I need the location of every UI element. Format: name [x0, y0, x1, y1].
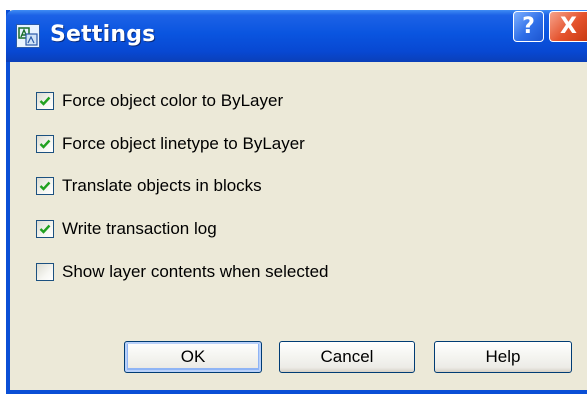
ok-button[interactable]: OK	[124, 341, 262, 373]
option-label: Write transaction log	[62, 219, 217, 238]
help-title-button[interactable]: ?	[513, 11, 544, 42]
settings-dialog	[6, 10, 587, 394]
option-label: Show layer contents when selected	[62, 262, 329, 281]
option-label: Translate objects in blocks	[62, 176, 262, 195]
checkbox-show-layer-contents[interactable]	[36, 263, 54, 281]
title-bar[interactable]: Settings	[6, 10, 587, 62]
checkmark-icon	[39, 181, 51, 191]
option-label: Force object color to ByLayer	[62, 91, 284, 110]
window-title: Settings	[50, 22, 156, 47]
autocad-icon	[16, 24, 40, 48]
checkbox-translate-blocks[interactable]	[36, 177, 54, 195]
option-label: Force object linetype to ByLayer	[62, 134, 305, 153]
cancel-button[interactable]: Cancel	[279, 341, 415, 373]
checkmark-icon	[39, 224, 51, 234]
checkbox-force-linetype[interactable]	[36, 135, 54, 153]
checkmark-icon	[39, 139, 51, 149]
checkbox-force-color[interactable]	[36, 92, 54, 110]
checkmark-icon	[39, 96, 51, 106]
close-button[interactable]: X	[549, 11, 587, 42]
help-button[interactable]: Help	[434, 341, 572, 373]
checkbox-transaction-log[interactable]	[36, 220, 54, 238]
